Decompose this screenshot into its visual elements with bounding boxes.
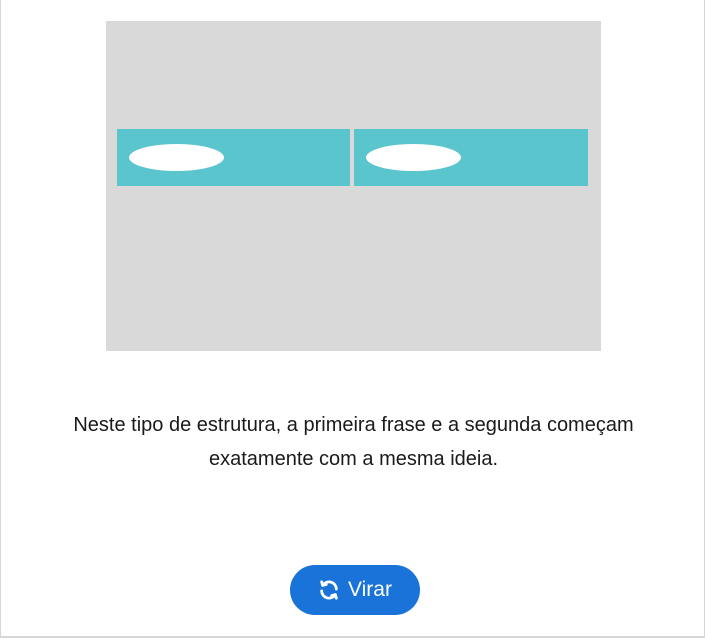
card-caption: Neste tipo de estrutura, a primeira fras…	[73, 414, 634, 470]
sentence-start-shape-first	[129, 144, 224, 171]
sentence-bar-second	[354, 129, 588, 186]
sentence-start-shape-second	[366, 144, 461, 171]
sync-icon	[318, 579, 340, 601]
sentence-bar-first	[117, 129, 350, 186]
illustration-panel	[106, 21, 601, 351]
flashcard: Neste tipo de estrutura, a primeira fras…	[0, 0, 705, 638]
flip-button[interactable]: Virar	[290, 565, 420, 615]
flip-button-label: Virar	[348, 578, 392, 601]
